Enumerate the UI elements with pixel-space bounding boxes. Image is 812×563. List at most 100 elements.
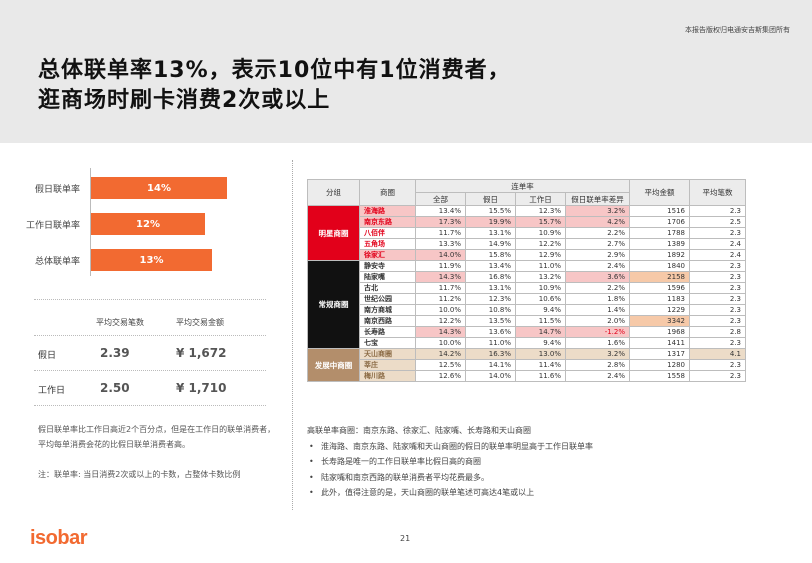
table-cell: 2.4 xyxy=(689,238,746,250)
table-cell: 12.3% xyxy=(515,205,566,217)
finding-item: 长寿路是唯一的工作日联单率比假日高的商圈 xyxy=(307,454,593,470)
table-cell: 1596 xyxy=(629,282,690,294)
table-cell: 1788 xyxy=(629,227,690,239)
mall-name: 长寿路 xyxy=(359,326,416,338)
table-cell: 12.2% xyxy=(415,315,466,327)
table-cell: 2.3 xyxy=(689,227,746,239)
table-row: 南方商城 10.0% 10.8% 9.4% 1.4% 1229 2.3 xyxy=(308,304,746,316)
header-band: 本报告版权归电通安吉斯集团所有 总体联单率13%，表示10位中有1位消费者， 逛… xyxy=(0,0,812,143)
mall-name: 静安寺 xyxy=(359,260,416,272)
table-cell: 1317 xyxy=(629,348,690,360)
table-cell: 12.6% xyxy=(415,370,466,382)
table-cell: 2.3 xyxy=(689,271,746,283)
table-cell: 11.7% xyxy=(415,227,466,239)
table-cell: 13.5% xyxy=(465,315,516,327)
table-cell: 17.3% xyxy=(415,216,466,228)
table-row: 八佰伴 11.7% 13.1% 10.9% 2.2% 1788 2.3 xyxy=(308,227,746,239)
table-row: 五角场 13.3% 14.9% 12.2% 2.7% 1389 2.4 xyxy=(308,238,746,250)
table-cell: 13.1% xyxy=(465,227,516,239)
table-cell: 2.3 xyxy=(689,293,746,305)
bar-label-workday: 工作日联单率 xyxy=(25,221,80,231)
table-cell: 13.1% xyxy=(465,282,516,294)
bar-holiday: 14% xyxy=(91,177,227,199)
mall-name: 八佰伴 xyxy=(359,227,416,239)
group-label: 常规商圈 xyxy=(307,260,360,349)
divider-line xyxy=(34,299,266,300)
table-cell: 14.3% xyxy=(415,271,466,283)
table-cell: 15.5% xyxy=(465,205,516,217)
table-cell: 1558 xyxy=(629,370,690,382)
table-cell: 2.9% xyxy=(565,249,630,261)
table-cell: 13.0% xyxy=(515,348,566,360)
title-line-2: 逛商场时刷卡消费2次或以上 xyxy=(38,88,331,113)
th-count: 平均笔数 xyxy=(689,179,746,206)
table-cell: 11.4% xyxy=(515,359,566,371)
table-cell: 1.4% xyxy=(565,304,630,316)
table-cell: 1.6% xyxy=(565,337,630,349)
mall-name: 陆家嘴 xyxy=(359,271,416,283)
group-label: 明星商圈 xyxy=(307,205,360,261)
table-cell: 14.3% xyxy=(415,326,466,338)
table-cell: 2.4 xyxy=(689,249,746,261)
table-cell: 3.6% xyxy=(565,271,630,283)
table-row: 梅川路 12.6% 14.0% 11.6% 2.4% 1558 2.3 xyxy=(308,370,746,382)
table-cell: 2.3 xyxy=(689,315,746,327)
th-amount: 平均金额 xyxy=(629,179,690,206)
table-row: 发展中商圈 天山商圈 14.2% 16.3% 13.0% 3.2% 1317 4.1 xyxy=(307,348,746,382)
stats-header-count: 平均交易笔数 xyxy=(96,318,144,327)
bar-label-holiday: 假日联单率 xyxy=(34,185,80,195)
th-group: 分组 xyxy=(307,179,360,206)
table-cell: 10.8% xyxy=(465,304,516,316)
table-row: 明星商圈 淮海路 13.4% 15.5% 12.3% 3.2% 1516 2.3 xyxy=(307,205,746,261)
stats-label-holiday: 假日 xyxy=(38,351,57,361)
title-line-1: 总体联单率13%，表示10位中有1位消费者， xyxy=(38,58,511,83)
table-cell: 2.8% xyxy=(565,359,630,371)
table-cell: 1389 xyxy=(629,238,690,250)
mall-name: 徐家汇 xyxy=(359,249,416,261)
table-cell: 13.6% xyxy=(465,326,516,338)
table-cell: 1.8% xyxy=(565,293,630,305)
stats-amount-holiday: ¥ 1,672 xyxy=(176,346,227,360)
mall-name: 梅川路 xyxy=(359,370,416,382)
table-cell: 4.2% xyxy=(565,216,630,228)
table-cell: 1516 xyxy=(629,205,690,217)
stats-header-amount: 平均交易金额 xyxy=(176,318,224,327)
finding-item: 此外，值得注意的是，天山商圈的联单笔述可高达4笔或以上 xyxy=(307,485,593,501)
table-row: 世纪公园 11.2% 12.3% 10.6% 1.8% 1183 2.3 xyxy=(308,293,746,305)
th-holiday: 假日 xyxy=(465,192,516,206)
mall-name: 七宝 xyxy=(359,337,416,349)
table-cell: 14.0% xyxy=(415,249,466,261)
table-cell: 2.3 xyxy=(689,260,746,272)
finding-item: 淮海路、南京东路、陆家嘴和天山商圈的假日的联单率明显高于工作日联单率 xyxy=(307,439,593,455)
table-cell: 2.3 xyxy=(689,304,746,316)
table-row: 南京西路 12.2% 13.5% 11.5% 2.0% 3342 2.3 xyxy=(308,315,746,327)
table-cell: 2.2% xyxy=(565,282,630,294)
table-cell: 11.0% xyxy=(465,337,516,349)
table-cell: 2.3 xyxy=(689,370,746,382)
page-title: 总体联单率13%，表示10位中有1位消费者， 逛商场时刷卡消费2次或以上 xyxy=(38,56,511,116)
table-cell: 13.4% xyxy=(465,260,516,272)
copyright-text: 本报告版权归电通安吉斯集团所有 xyxy=(685,26,790,34)
th-all: 全部 xyxy=(415,192,466,206)
mall-name: 南方商城 xyxy=(359,304,416,316)
table-cell: 15.7% xyxy=(515,216,566,228)
table-row: 南京东路 17.3% 19.9% 15.7% 4.2% 1706 2.5 xyxy=(308,216,746,228)
bar-workday: 12% xyxy=(91,213,205,235)
table-cell: 14.7% xyxy=(515,326,566,338)
table-cell: 2.8 xyxy=(689,326,746,338)
table-cell: 9.4% xyxy=(515,337,566,349)
table-cell: 13.4% xyxy=(415,205,466,217)
table-cell: 10.0% xyxy=(415,304,466,316)
mall-name: 莘庄 xyxy=(359,359,416,371)
table-cell: -1.2% xyxy=(565,326,630,338)
mall-name: 五角场 xyxy=(359,238,416,250)
table-cell: 15.8% xyxy=(465,249,516,261)
note-paragraph: 假日联单率比工作日高近2个百分点，但是在工作日的联单消费者，平均每单消费会花的比… xyxy=(38,425,276,449)
table-cell: 2.3 xyxy=(689,282,746,294)
divider-line xyxy=(34,405,266,406)
table-cell: 13.3% xyxy=(415,238,466,250)
table-cell: 12.2% xyxy=(515,238,566,250)
table-cell: 2.5 xyxy=(689,216,746,228)
divider-line xyxy=(34,370,266,371)
table-cell: 10.0% xyxy=(415,337,466,349)
